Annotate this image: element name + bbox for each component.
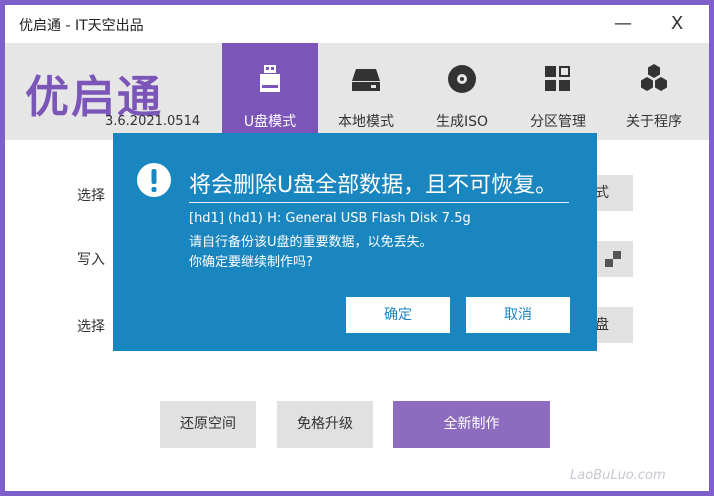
mode-select[interactable]: 式	[595, 175, 633, 211]
tab-label: 分区管理	[530, 114, 586, 130]
hard-disk-icon	[352, 69, 380, 91]
divider	[189, 202, 569, 203]
tab-label: 本地模式	[338, 114, 394, 130]
tab-about[interactable]: 关于程序	[606, 43, 702, 140]
title-bar: 优启通 - IT天空出品 — X	[5, 5, 709, 43]
tab-label: 生成ISO	[435, 114, 489, 130]
window-title: 优启通 - IT天空出品	[19, 18, 144, 34]
dialog-title: 将会删除U盘全部数据，且不可恢复。	[189, 173, 558, 198]
dialog-backup-line: 请自行备份该U盘的重要数据，以免丢失。	[189, 235, 433, 250]
tab-label: U盘模式	[243, 114, 297, 130]
select-disk-label: 选择	[77, 188, 105, 204]
select-format-label: 选择	[77, 319, 105, 335]
confirm-dialog: 将会删除U盘全部数据，且不可恢复。 [hd1] (hd1) H: General…	[113, 133, 597, 351]
dialog-device-line: [hd1] (hd1) H: General USB Flash Disk 7.…	[189, 211, 471, 226]
write-mode-label: 写入	[77, 252, 105, 268]
tab-local-mode[interactable]: 本地模式	[318, 43, 414, 140]
watermark: LaoBuLuo.com	[570, 468, 666, 483]
minimize-button[interactable]: —	[603, 9, 643, 39]
grid-icon	[605, 251, 621, 267]
write-options-button[interactable]	[595, 241, 633, 277]
usb-drive-icon	[260, 65, 280, 92]
new-make-button[interactable]: 全新制作	[393, 401, 550, 448]
warning-icon	[137, 163, 171, 197]
upgrade-button[interactable]: 免格升级	[277, 401, 373, 448]
tab-generate-iso[interactable]: 生成ISO	[414, 43, 510, 140]
cancel-button[interactable]: 取消	[466, 297, 570, 333]
dialog-question-line: 你确定要继续制作吗?	[189, 255, 313, 270]
disc-icon	[448, 65, 476, 93]
tab-partition-manager[interactable]: 分区管理	[510, 43, 606, 140]
close-button[interactable]: X	[657, 9, 697, 39]
disk-select[interactable]: 盘	[595, 307, 633, 343]
restore-space-button[interactable]: 还原空间	[160, 401, 256, 448]
partition-grid-icon	[545, 66, 570, 91]
ok-button[interactable]: 确定	[346, 297, 450, 333]
tab-usb-mode[interactable]: U盘模式	[222, 43, 318, 140]
version-text: 3.6.2021.0514	[105, 114, 201, 129]
hexagon-cluster-icon	[641, 64, 667, 91]
tab-label: 关于程序	[626, 114, 682, 130]
header: 优启通 3.6.2021.0514 U盘模式 本地模式 生成ISO 分区管理 关…	[5, 43, 709, 140]
app-window: 优启通 - IT天空出品 — X 优启通 3.6.2021.0514 U盘模式 …	[5, 5, 709, 491]
